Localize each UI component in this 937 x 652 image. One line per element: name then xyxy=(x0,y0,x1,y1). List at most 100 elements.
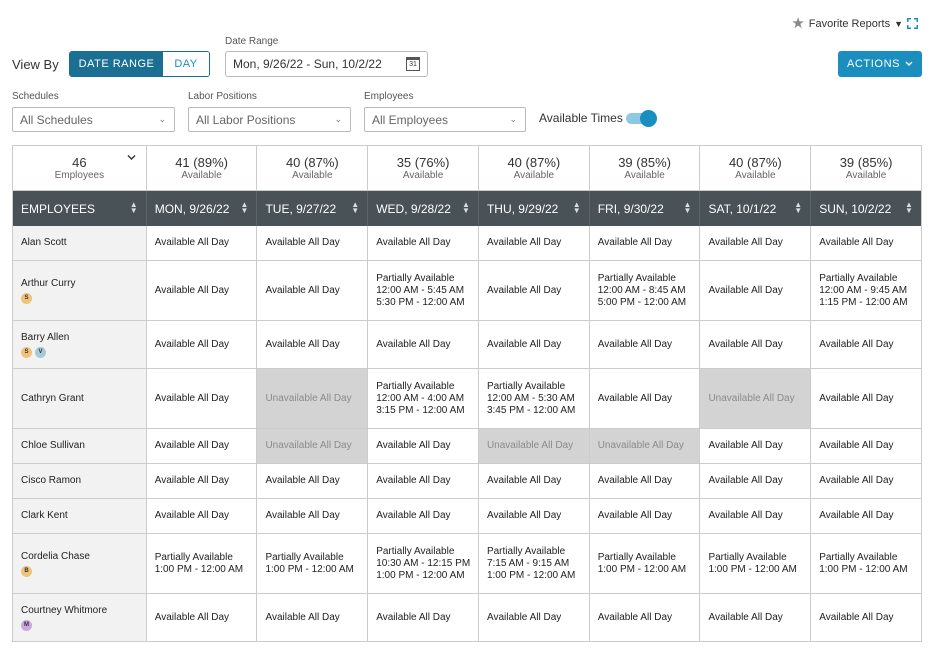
column-header-day[interactable]: MON, 9/26/22 ▲ ▼ xyxy=(145,191,257,226)
availability-cell[interactable]: Partially Available 7:15 AM - 9:15 AM 1:00… xyxy=(477,534,589,593)
availability-cell[interactable]: Available All Day xyxy=(145,594,257,641)
availability-cell[interactable]: Available All Day xyxy=(699,499,810,533)
sort-icon[interactable]: ▲ ▼ xyxy=(130,201,138,215)
availability-cell[interactable]: Available All Day xyxy=(699,594,810,641)
chevron-down-icon[interactable] xyxy=(127,153,136,162)
availability-cell[interactable]: Partially Available 12:00 AM - 9:45 AM 1:1… xyxy=(810,261,921,320)
availability-cell[interactable]: Partially Available 1:00 PM - 12:00 AM xyxy=(145,534,257,593)
availability-cell[interactable]: Unavailable All Day xyxy=(699,369,811,428)
availability-cell[interactable]: Available All Day xyxy=(145,464,257,498)
availability-cell[interactable]: Available All Day xyxy=(367,226,478,260)
availability-cell[interactable]: Available All Day xyxy=(145,261,257,320)
sort-icon[interactable]: ▲ ▼ xyxy=(905,201,913,215)
actions-button[interactable]: ACTIONS xyxy=(838,51,922,77)
employee-cell[interactable]: Arthur Curry S xyxy=(13,261,146,320)
sort-icon[interactable]: ▲ ▼ xyxy=(684,201,692,215)
availability-cell[interactable]: Available All Day xyxy=(256,226,367,260)
availability-cell[interactable]: Available All Day xyxy=(367,594,478,641)
availability-cell[interactable]: Available All Day xyxy=(810,226,921,260)
column-header-day[interactable]: THU, 9/29/22 ▲ ▼ xyxy=(477,191,589,226)
availability-cell[interactable]: Available All Day xyxy=(367,464,478,498)
availability-cell[interactable]: Available All Day xyxy=(256,321,367,368)
availability-cell[interactable]: Available All Day xyxy=(810,429,921,463)
availability-cell[interactable]: Available All Day xyxy=(699,321,810,368)
availability-cell[interactable]: Available All Day xyxy=(588,321,700,368)
calendar-icon[interactable]: 31 xyxy=(406,57,420,71)
availability-cell[interactable]: Available All Day xyxy=(145,499,257,533)
availability-cell[interactable]: Available All Day xyxy=(699,429,810,463)
availability-cell[interactable]: Unavailable All Day xyxy=(256,429,368,463)
sort-icon[interactable]: ▲ ▼ xyxy=(794,201,802,215)
availability-cell[interactable]: Available All Day xyxy=(588,499,700,533)
availability-cell[interactable]: Unavailable All Day xyxy=(256,369,368,428)
day-view-button[interactable]: DAY xyxy=(163,52,209,76)
column-header-day[interactable]: SUN, 10/2/22 ▲ ▼ xyxy=(810,191,921,226)
availability-cell[interactable]: Available All Day xyxy=(810,594,921,641)
availability-cell[interactable]: Available All Day xyxy=(256,594,367,641)
availability-cell[interactable]: Available All Day xyxy=(588,594,700,641)
availability-cell[interactable]: Available All Day xyxy=(477,499,589,533)
sort-icon[interactable]: ▲ ▼ xyxy=(462,201,470,215)
employee-cell[interactable]: Cordelia Chase B xyxy=(13,534,146,593)
availability-cell[interactable]: Partially Available 12:00 AM - 4:00 AM 3:1… xyxy=(367,369,478,428)
available-times-toggle[interactable] xyxy=(626,110,657,127)
availability-cell[interactable]: Available All Day xyxy=(256,261,367,320)
availability-cell[interactable]: Available All Day xyxy=(810,499,921,533)
availability-cell[interactable]: Partially Available 12:00 AM - 5:30 AM 3:4… xyxy=(477,369,589,428)
column-header-employees[interactable]: EMPLOYEES ▲ ▼ xyxy=(13,191,146,226)
employee-cell[interactable]: Alan Scott xyxy=(13,226,146,260)
favorite-reports-menu[interactable]: ★ Favorite Reports ▼ xyxy=(791,16,918,31)
availability-cell[interactable]: Partially Available 1:00 PM - 12:00 AM xyxy=(810,534,921,593)
column-header-day[interactable]: FRI, 9/30/22 ▲ ▼ xyxy=(588,191,700,226)
availability-cell[interactable]: Available All Day xyxy=(477,321,589,368)
expand-icon[interactable] xyxy=(907,18,918,29)
sort-icon[interactable]: ▲ ▼ xyxy=(351,201,359,215)
availability-cell[interactable]: Partially Available 1:00 PM - 12:00 AM xyxy=(699,534,810,593)
sort-icon[interactable]: ▲ ▼ xyxy=(241,201,249,215)
employees-select[interactable]: All Employees ⌄ xyxy=(364,107,526,132)
availability-cell[interactable]: Partially Available 12:00 AM - 8:45 AM 5:0… xyxy=(588,261,700,320)
availability-cell[interactable]: Partially Available 1:00 PM - 12:00 AM xyxy=(256,534,367,593)
availability-cell[interactable]: Unavailable All Day xyxy=(588,429,700,463)
availability-cell[interactable]: Partially Available 1:00 PM - 12:00 AM xyxy=(588,534,700,593)
employee-cell[interactable]: Cisco Ramon xyxy=(13,464,146,498)
availability-cell[interactable]: Available All Day xyxy=(477,464,589,498)
employee-cell[interactable]: Barry Allen S V xyxy=(13,321,146,368)
availability-cell[interactable]: Partially Available 10:30 AM - 12:15 PM 1:… xyxy=(367,534,478,593)
availability-cell[interactable]: Available All Day xyxy=(699,464,810,498)
availability-cell[interactable]: Available All Day xyxy=(367,321,478,368)
column-header-day[interactable]: SAT, 10/1/22 ▲ ▼ xyxy=(699,191,810,226)
schedules-select[interactable]: All Schedules ⌄ xyxy=(12,107,175,132)
labor-positions-select[interactable]: All Labor Positions ⌄ xyxy=(188,107,351,132)
availability-cell[interactable]: Unavailable All Day xyxy=(477,429,589,463)
availability-cell[interactable]: Available All Day xyxy=(477,226,589,260)
availability-cell[interactable]: Available All Day xyxy=(145,429,257,463)
availability-cell[interactable]: Available All Day xyxy=(145,369,257,428)
availability-cell[interactable]: Available All Day xyxy=(810,464,921,498)
employee-cell[interactable]: Cathryn Grant xyxy=(13,369,146,428)
availability-cell[interactable]: Available All Day xyxy=(810,321,921,368)
column-header-day[interactable]: TUE, 9/27/22 ▲ ▼ xyxy=(256,191,367,226)
summary-employees-count[interactable]: 46 Employees xyxy=(13,146,146,190)
employee-cell[interactable]: Chloe Sullivan xyxy=(13,429,146,463)
employee-cell[interactable]: Clark Kent xyxy=(13,499,146,533)
availability-cell[interactable]: Available All Day xyxy=(256,499,367,533)
availability-cell[interactable]: Available All Day xyxy=(477,261,589,320)
column-header-day[interactable]: WED, 9/28/22 ▲ ▼ xyxy=(367,191,478,226)
availability-cell[interactable]: Available All Day xyxy=(699,226,810,260)
availability-cell[interactable]: Available All Day xyxy=(588,369,700,428)
sort-icon[interactable]: ▲ ▼ xyxy=(573,201,581,215)
availability-cell[interactable]: Partially Available 12:00 AM - 5:45 AM 5:3… xyxy=(367,261,478,320)
employee-cell[interactable]: Courtney Whitmore M xyxy=(13,594,146,641)
availability-cell[interactable]: Available All Day xyxy=(699,261,810,320)
availability-cell[interactable]: Available All Day xyxy=(367,499,478,533)
availability-cell[interactable]: Available All Day xyxy=(256,464,367,498)
availability-cell[interactable]: Available All Day xyxy=(477,594,589,641)
date-range-view-button[interactable]: DATE RANGE xyxy=(70,52,163,76)
availability-cell[interactable]: Available All Day xyxy=(145,321,257,368)
availability-cell[interactable]: Available All Day xyxy=(145,226,257,260)
date-range-input[interactable]: Mon, 9/26/22 - Sun, 10/2/22 31 xyxy=(225,51,428,77)
availability-cell[interactable]: Available All Day xyxy=(367,429,478,463)
availability-cell[interactable]: Available All Day xyxy=(588,464,700,498)
availability-cell[interactable]: Available All Day xyxy=(810,369,921,428)
